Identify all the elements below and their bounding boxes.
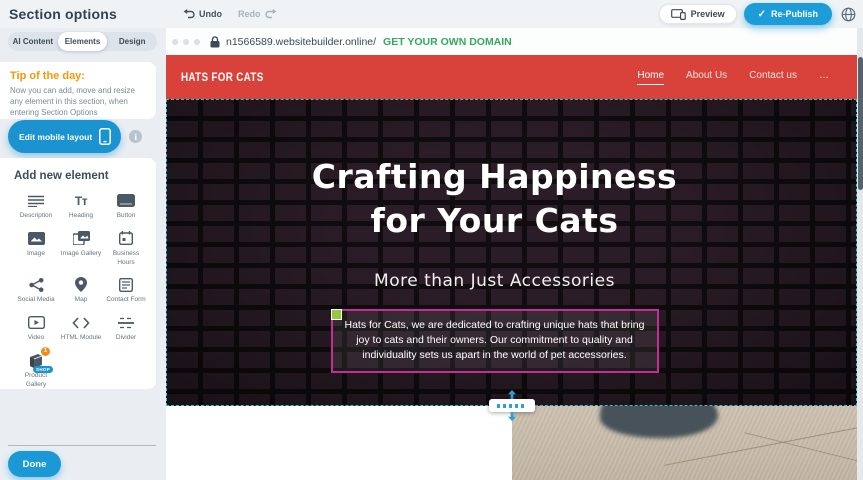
check-icon: ✓ xyxy=(758,9,766,20)
add-element-video[interactable]: Video xyxy=(14,314,58,343)
add-element-business-hours[interactable]: Business Hours xyxy=(104,230,148,268)
add-element-map[interactable]: Map xyxy=(59,276,103,305)
shop-badge: SHOP xyxy=(33,366,53,373)
resize-grip[interactable] xyxy=(489,399,535,412)
image-gallery-icon xyxy=(73,230,90,247)
topbar-actions: Preview ✓ Re-Publish xyxy=(659,3,857,25)
business-hours-icon xyxy=(119,230,133,247)
product-gallery-icon: 1 SHOP xyxy=(28,352,44,369)
hero-section[interactable]: Crafting Happiness for Your Cats More th… xyxy=(166,99,857,406)
section-resize-handle[interactable] xyxy=(489,390,535,421)
site-url: n1566589.websitebuilder.online/ xyxy=(226,36,376,48)
mobile-layout-row: Edit mobile layout i xyxy=(8,120,142,153)
redo-button[interactable]: Redo xyxy=(238,9,277,19)
get-domain-link[interactable]: GET YOUR OWN DOMAIN xyxy=(383,36,512,48)
add-element-image-gallery[interactable]: Image Gallery xyxy=(59,230,103,268)
window-dots-icon xyxy=(172,39,200,45)
add-element-html-module[interactable]: HTML Module xyxy=(59,314,103,343)
editor-canvas: n1566589.websitebuilder.online/ GET YOUR… xyxy=(166,28,863,480)
tab-design[interactable]: Design xyxy=(107,32,157,51)
next-section-image xyxy=(512,406,857,480)
video-icon xyxy=(28,314,45,331)
button-icon xyxy=(117,192,135,209)
add-element-description[interactable]: Description xyxy=(14,192,58,221)
tip-body: Now you can add, move and resize any ele… xyxy=(10,86,146,118)
page-title: Section options xyxy=(9,6,117,22)
cat-shadow-shape xyxy=(600,406,718,438)
add-element-product-gallery[interactable]: 1 SHOP Product Gallery xyxy=(14,352,58,390)
add-element-button[interactable]: Button xyxy=(104,192,148,221)
divider-icon xyxy=(118,314,134,331)
element-grid: Description Tт Heading Button Ima xyxy=(14,192,148,389)
devices-icon xyxy=(671,9,686,20)
tab-elements[interactable]: Elements xyxy=(58,32,108,51)
scrollbar-thumb[interactable] xyxy=(858,57,863,190)
topbar: Section options Undo Redo Preview xyxy=(0,0,863,28)
heading-icon: Tт xyxy=(75,192,87,209)
undo-button[interactable]: Undo xyxy=(183,9,222,19)
contact-form-icon xyxy=(119,276,133,293)
add-panel-title: Add new element xyxy=(14,170,148,182)
element-drag-handle[interactable] xyxy=(331,309,342,320)
add-element-image[interactable]: Image xyxy=(14,230,58,268)
sidebar-tabs: AI Content Elements Design xyxy=(8,32,157,51)
description-icon xyxy=(28,192,44,209)
add-element-social-media[interactable]: Social Media xyxy=(14,276,58,305)
hero-description-text: Hats for Cats, we are dedicated to craft… xyxy=(339,318,651,364)
hero-description-box[interactable]: Hats for Cats, we are dedicated to craft… xyxy=(331,309,659,374)
lock-icon xyxy=(210,36,220,48)
sidebar: AI Content Elements Design Tip of the da… xyxy=(0,28,166,480)
hero-content: Crafting Happiness for Your Cats More th… xyxy=(167,100,822,373)
phone-icon xyxy=(99,128,111,145)
nav-home[interactable]: Home xyxy=(637,70,664,85)
add-element-heading[interactable]: Tт Heading xyxy=(59,192,103,221)
tab-ai-content[interactable]: AI Content xyxy=(8,32,58,51)
count-badge: 1 xyxy=(41,347,50,356)
hero-heading[interactable]: Crafting Happiness for Your Cats xyxy=(285,155,705,243)
canvas-scrollbar xyxy=(857,28,863,480)
add-element-divider[interactable]: Divider xyxy=(104,314,148,343)
info-icon[interactable]: i xyxy=(129,130,142,143)
language-globe-button[interactable] xyxy=(839,5,857,23)
tip-title: Tip of the day: xyxy=(10,70,146,82)
sidebar-divider xyxy=(8,445,156,446)
arrow-up-icon xyxy=(507,390,517,399)
nav-contact-us[interactable]: Contact us xyxy=(749,70,797,85)
preview-button[interactable]: Preview xyxy=(659,4,737,24)
app-root: Section options Undo Redo Preview xyxy=(0,0,863,480)
html-module-icon xyxy=(72,314,90,331)
hero-subheading[interactable]: More than Just Accessories xyxy=(167,271,822,291)
add-new-element-panel: Add new element Description Tт Heading xyxy=(0,158,156,389)
nav-about-us[interactable]: About Us xyxy=(686,70,727,85)
tip-of-the-day-card: Tip of the day: Now you can add, move an… xyxy=(0,62,156,119)
globe-icon xyxy=(841,7,856,22)
browser-url-bar: n1566589.websitebuilder.online/ GET YOUR… xyxy=(166,28,863,55)
arrow-down-icon xyxy=(507,412,517,421)
edit-mobile-layout-button[interactable]: Edit mobile layout xyxy=(8,120,121,153)
site-nav: Home About Us Contact us … xyxy=(637,70,829,85)
done-button[interactable]: Done xyxy=(8,451,61,477)
add-element-contact-form[interactable]: Contact Form xyxy=(104,276,148,305)
site-preview: Hats for Cats Home About Us Contact us …… xyxy=(166,55,857,480)
map-icon xyxy=(75,276,87,293)
undo-icon xyxy=(183,9,195,19)
image-icon xyxy=(28,230,45,247)
social-media-icon xyxy=(29,276,44,293)
site-header: Hats for Cats Home About Us Contact us … xyxy=(166,55,857,99)
site-logo[interactable]: Hats for Cats xyxy=(181,70,264,84)
history-controls: Undo Redo xyxy=(183,9,277,19)
republish-button[interactable]: ✓ Re-Publish xyxy=(744,3,832,25)
redo-icon xyxy=(265,9,277,19)
nav-more-icon[interactable]: … xyxy=(819,70,829,85)
